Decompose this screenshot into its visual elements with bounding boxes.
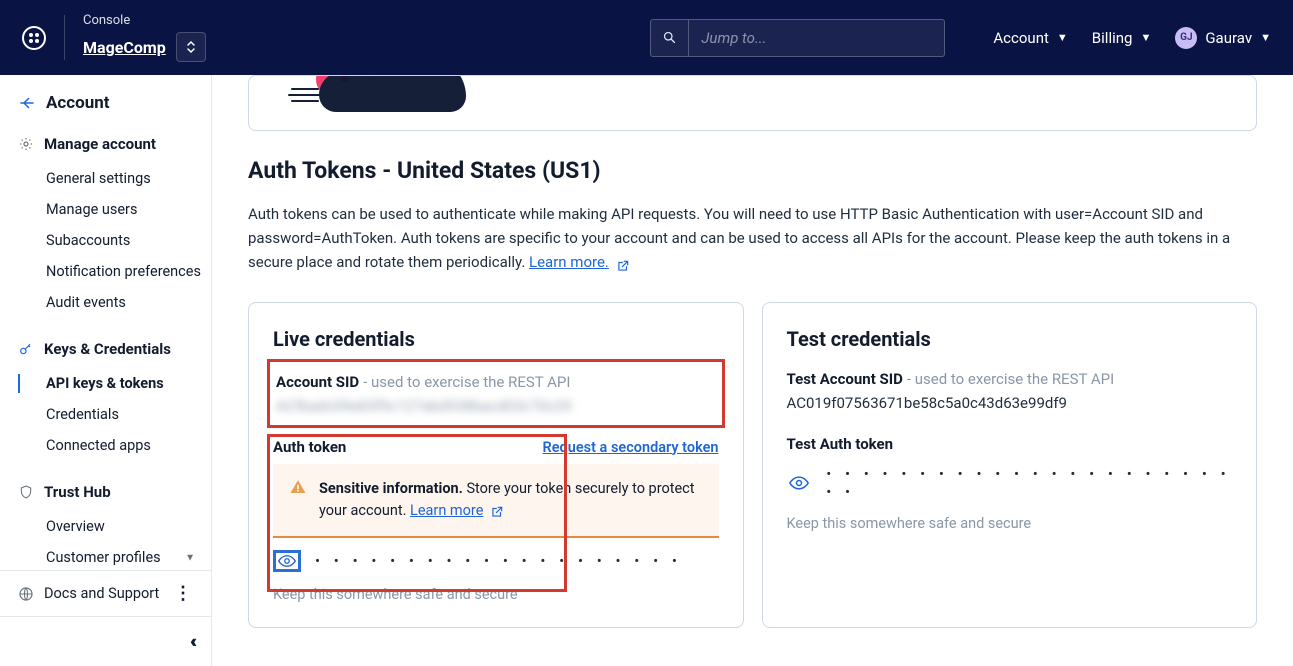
chevron-down-icon: ▼ — [1057, 31, 1068, 44]
live-account-sid-highlight: Account SID - used to exercise the REST … — [267, 359, 725, 428]
sidebar-item-customer-profiles[interactable]: Customer profiles — [18, 542, 205, 570]
sidebar-back-label: Account — [46, 93, 110, 113]
sidebar-item-notification-preferences[interactable]: Notification preferences — [18, 256, 205, 287]
topnav-user[interactable]: GJ Gaurav ▼ — [1175, 27, 1271, 49]
live-sid-hint: - used to exercise the REST API — [363, 373, 570, 391]
sidebar-docs-row: Docs and Support ⋮ — [0, 570, 211, 616]
live-credentials-card: Live credentials Account SID - used to e… — [248, 302, 744, 628]
test-token-masked[interactable]: • • • • • • • • • • • • • • • • • • • • … — [826, 465, 1232, 501]
topnav-billing[interactable]: Billing ▼ — [1092, 29, 1152, 47]
sidebar-head-keys[interactable]: Keys & Credentials — [18, 330, 205, 368]
sidebar-item-credentials[interactable]: Credentials — [18, 399, 205, 430]
collapse-sidebar-icon[interactable]: ‹‹ — [190, 631, 193, 652]
topnav-billing-label: Billing — [1092, 29, 1133, 47]
warning-learn-more-link[interactable]: Learn more — [410, 502, 483, 519]
app-logo-icon[interactable] — [22, 26, 46, 50]
avatar: GJ — [1175, 27, 1197, 49]
chevron-down-icon: ▼ — [1260, 31, 1271, 44]
live-sid-value[interactable]: ACfbadc09e83f9c127abd938bacd03c70c29 — [276, 397, 716, 415]
live-keep-safe: Keep this somewhere safe and secure — [273, 586, 719, 603]
sidebar-back[interactable]: Account — [18, 75, 205, 125]
live-token-masked[interactable]: • • • • • • • • • • • • • • • • • • • • — [315, 552, 682, 570]
sidebar-docs-label: Docs and Support — [44, 585, 159, 602]
sidebar-head-trust[interactable]: Trust Hub — [18, 473, 205, 511]
test-sid-label: Test Account SID — [787, 370, 903, 388]
test-keep-safe: Keep this somewhere safe and secure — [787, 515, 1233, 532]
test-sid-block: Test Account SID - used to exercise the … — [787, 369, 1233, 412]
test-sid-value[interactable]: AC019f07563671be58c5a0c43d63e99df9 — [787, 394, 1233, 412]
live-auth-token-block: Auth token Request a secondary token Sen… — [273, 438, 719, 572]
topnav-account-label: Account — [993, 29, 1049, 47]
test-credentials-title: Test credentials — [787, 327, 1233, 351]
section-description: Auth tokens can be used to authenticate … — [248, 202, 1257, 274]
live-credentials-title: Live credentials — [273, 327, 719, 351]
test-credentials-card: Test credentials Test Account SID - used… — [762, 302, 1258, 628]
reveal-test-token-icon[interactable] — [787, 472, 813, 494]
auth-tokens-section: Auth Tokens - United States (US1) Auth t… — [212, 157, 1293, 274]
sidebar-head-manage[interactable]: Manage account — [18, 125, 205, 163]
hero-illustration — [271, 75, 1234, 112]
topbar: Console MageComp Account ▼ Billing ▼ GJ … — [0, 0, 1293, 75]
sidebar-item-manage-users[interactable]: Manage users — [18, 194, 205, 225]
sidebar-collapse-row: ‹‹ — [0, 616, 211, 666]
sidebar-head-trust-label: Trust Hub — [44, 483, 111, 501]
search-input[interactable] — [689, 29, 944, 47]
sidebar-head-keys-label: Keys & Credentials — [44, 340, 171, 358]
test-token-row: • • • • • • • • • • • • • • • • • • • • … — [787, 465, 1233, 501]
topbar-left: Console MageComp — [22, 13, 206, 62]
topnav: Account ▼ Billing ▼ GJ Gaurav ▼ — [993, 27, 1271, 49]
test-sid-hint: - used to exercise the REST API — [907, 370, 1114, 388]
credentials-grid: Live credentials Account SID - used to e… — [212, 290, 1293, 628]
jump-to-search[interactable] — [650, 19, 945, 57]
live-auth-label: Auth token — [273, 438, 346, 456]
org-switch-icon[interactable] — [176, 32, 206, 62]
sidebar-item-audit-events[interactable]: Audit events — [18, 287, 205, 318]
live-sid-label: Account SID — [276, 373, 359, 391]
topnav-account[interactable]: Account ▼ — [993, 29, 1067, 47]
test-auth-label: Test Auth token — [787, 435, 894, 453]
section-title: Auth Tokens - United States (US1) — [248, 157, 1257, 184]
sidebar-item-api-keys-tokens[interactable]: API keys & tokens — [18, 368, 205, 399]
console-label: Console — [83, 13, 206, 28]
warning-bold: Sensitive information. — [319, 480, 463, 497]
main: Auth Tokens - United States (US1) Auth t… — [212, 75, 1293, 666]
layout: Account Manage account General settings … — [0, 75, 1293, 666]
sidebar-head-manage-label: Manage account — [44, 135, 156, 153]
reveal-live-token-icon[interactable] — [273, 550, 301, 572]
external-link-icon — [490, 504, 504, 518]
user-name: Gaurav — [1205, 29, 1252, 47]
sidebar-docs-support[interactable]: Docs and Support — [18, 585, 159, 602]
external-link-icon — [616, 256, 630, 270]
sensitive-info-warning: Sensitive information. Store your token … — [273, 464, 719, 538]
kebab-icon[interactable]: ⋮ — [174, 583, 193, 604]
sidebar-item-overview[interactable]: Overview — [18, 511, 205, 542]
sidebar: Account Manage account General settings … — [0, 75, 212, 666]
topbar-divider — [64, 15, 65, 60]
live-token-row: • • • • • • • • • • • • • • • • • • • • — [273, 550, 719, 572]
sidebar-item-subaccounts[interactable]: Subaccounts — [18, 225, 205, 256]
org-name[interactable]: MageComp — [83, 38, 166, 57]
sidebar-item-general-settings[interactable]: General settings — [18, 163, 205, 194]
sidebar-item-connected-apps[interactable]: Connected apps — [18, 430, 205, 461]
test-auth-block: Test Auth token • • • • • • • • • • • • … — [787, 434, 1233, 501]
console-switcher: Console MageComp — [83, 13, 206, 62]
search-icon — [651, 20, 689, 56]
hero-card — [248, 75, 1257, 131]
chevron-down-icon: ▼ — [1140, 31, 1151, 44]
request-secondary-token-link[interactable]: Request a secondary token — [543, 439, 719, 456]
chevron-down-icon: ▼ — [185, 552, 195, 563]
learn-more-link[interactable]: Learn more. — [529, 253, 609, 271]
